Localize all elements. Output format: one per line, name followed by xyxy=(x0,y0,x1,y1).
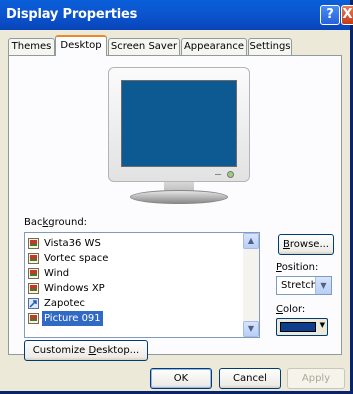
tab-settings[interactable]: Settings xyxy=(248,38,292,55)
display-properties-window: Display Properties ? X Themes Desktop Sc… xyxy=(0,0,353,394)
list-scrollbar[interactable]: ▲ ▼ xyxy=(243,233,259,337)
scroll-up-button[interactable]: ▲ xyxy=(243,233,259,249)
monitor-button xyxy=(215,174,221,175)
image-file-icon xyxy=(28,268,39,279)
chevron-down-icon[interactable]: ▼ xyxy=(315,277,331,294)
scroll-down-button[interactable]: ▼ xyxy=(243,321,259,337)
title-bar[interactable]: Display Properties ? X xyxy=(0,0,353,30)
cancel-button[interactable]: Cancel xyxy=(219,368,281,389)
list-item-label: Vortec space xyxy=(44,253,109,264)
help-button[interactable]: ? xyxy=(320,5,340,25)
monitor-bezel xyxy=(108,67,250,182)
tab-desktop[interactable]: Desktop xyxy=(55,35,107,56)
list-item-label: Wind xyxy=(44,268,70,279)
ok-button[interactable]: OK xyxy=(150,368,212,389)
color-swatch xyxy=(280,322,316,332)
image-file-icon xyxy=(28,238,39,249)
close-button[interactable]: X xyxy=(341,5,353,25)
window-title: Display Properties xyxy=(6,7,138,22)
position-label: Position: xyxy=(276,262,319,273)
monitor-preview xyxy=(108,67,250,207)
list-item-label: Picture 091 xyxy=(42,311,103,326)
background-label: Background: xyxy=(24,217,88,228)
color-picker-button[interactable]: ▼ xyxy=(276,318,328,336)
tab-themes[interactable]: Themes xyxy=(8,38,55,55)
power-led-icon xyxy=(227,171,234,178)
background-list[interactable]: Vista36 WS Vortec space Wind Windows XP … xyxy=(24,232,260,338)
monitor-stand xyxy=(130,190,228,204)
image-file-icon xyxy=(28,283,39,294)
preview-screen xyxy=(121,80,237,167)
list-item-label: Windows XP xyxy=(44,283,105,294)
customize-desktop-button[interactable]: Customize Desktop... xyxy=(24,340,148,361)
color-label: Color: xyxy=(276,304,306,315)
image-file-icon xyxy=(28,313,39,324)
shortcut-icon xyxy=(28,298,39,309)
tab-appearance[interactable]: Appearance xyxy=(181,38,247,55)
tab-screen-saver[interactable]: Screen Saver xyxy=(108,38,180,55)
apply-button[interactable]: Apply xyxy=(287,368,345,389)
position-select[interactable]: Stretch ▼ xyxy=(276,276,332,295)
list-item-label: Zapotec xyxy=(44,298,86,309)
position-value: Stretch xyxy=(281,280,318,291)
browse-button[interactable]: Browse... xyxy=(278,234,334,255)
list-item-label: Vista36 WS xyxy=(44,238,101,249)
image-file-icon xyxy=(28,253,39,264)
dropdown-arrow-icon: ▼ xyxy=(319,321,325,329)
